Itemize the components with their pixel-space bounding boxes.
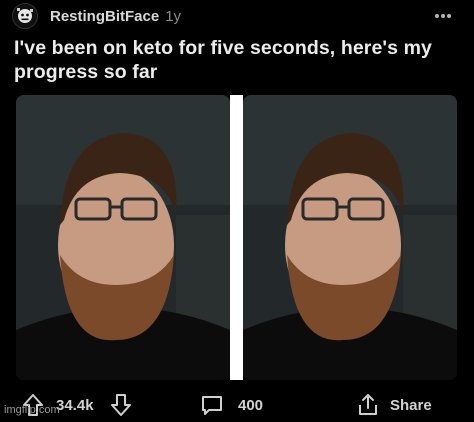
- image-divider: [230, 95, 243, 380]
- username-link[interactable]: RestingBitFace: [50, 8, 159, 25]
- image-gallery[interactable]: [16, 95, 457, 380]
- before-photo[interactable]: [16, 95, 230, 380]
- post-age: 1y: [165, 7, 182, 25]
- user-avatar[interactable]: [12, 3, 38, 29]
- avatar-icon: [13, 4, 37, 28]
- more-dots-icon[interactable]: [432, 5, 454, 27]
- post-actions-bar: 34.4k 400 Share: [0, 388, 474, 422]
- downvote-arrow-icon[interactable]: [110, 392, 132, 418]
- after-photo[interactable]: [243, 95, 457, 380]
- vote-score: 34.4k: [56, 396, 94, 414]
- watermark: imgflip.com: [4, 404, 60, 416]
- share-button[interactable]: Share: [390, 392, 432, 418]
- comment-bubble-icon[interactable]: [200, 392, 224, 418]
- post-title[interactable]: I've been on keto for five seconds, here…: [14, 36, 464, 84]
- share-icon[interactable]: [356, 392, 380, 418]
- post-header: RestingBitFace 1y: [12, 2, 464, 30]
- comment-count[interactable]: 400: [238, 392, 263, 418]
